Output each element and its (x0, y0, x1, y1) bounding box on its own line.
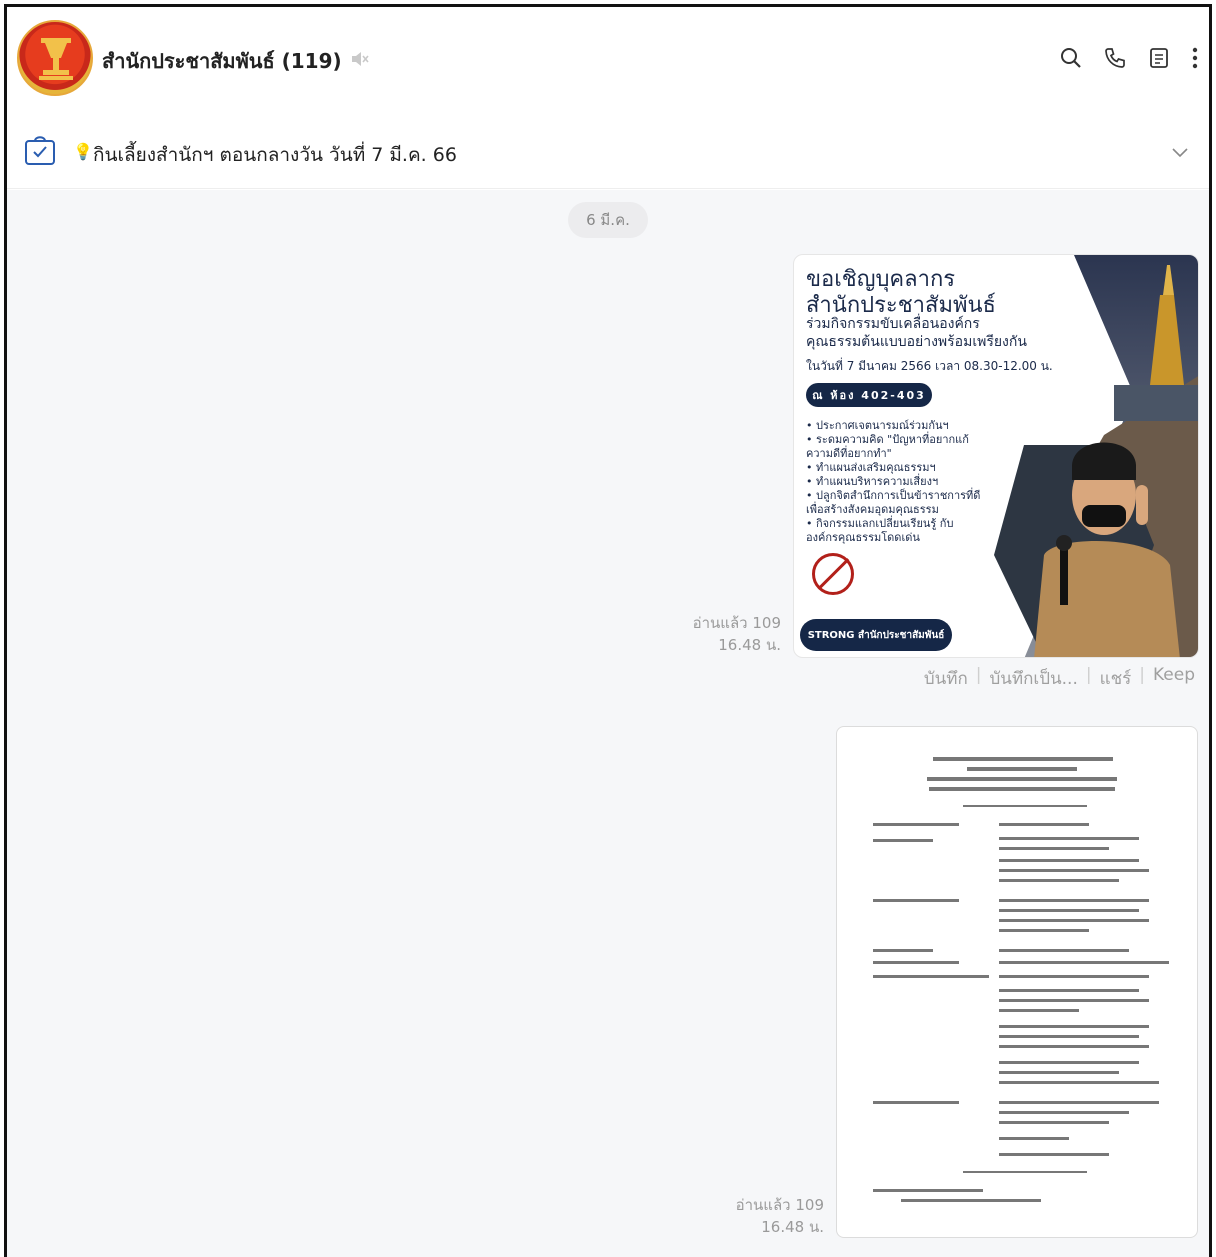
header-actions (1049, 43, 1209, 73)
document-image-message[interactable] (836, 726, 1198, 1238)
notes-icon (1150, 48, 1168, 68)
save-action[interactable]: บันทึก (924, 665, 968, 692)
image-actions: บันทึก | บันทึกเป็น... | แชร์ | Keep (924, 665, 1195, 692)
notes-button[interactable] (1137, 43, 1181, 73)
document-thumbnail (873, 757, 1169, 1202)
poster-subtitle-line2: คุณธรรมต้นแบบอย่างพร้อมเพรียงกัน (806, 334, 1027, 350)
poster-room-badge: ณ ห้อง 402-403 (806, 383, 932, 407)
more-button[interactable] (1181, 43, 1209, 73)
share-action[interactable]: แชร์ (1100, 665, 1132, 692)
image-message[interactable]: ขอเชิญบุคลากร สำนักประชาสัมพันธ์ ร่วมกิจ… (793, 254, 1199, 658)
chat-title: สำนักประชาสัมพันธ์ (119) (102, 49, 342, 73)
read-status: อ่านแล้ว 109 (692, 614, 781, 632)
read-status: อ่านแล้ว 109 (735, 1196, 824, 1214)
emblem-icon (39, 38, 73, 80)
announcement-icon (25, 136, 55, 165)
poster-activity-item: ระดมความคิด "ปัญหาที่อยากแก้ ความดีที่อย… (806, 433, 984, 461)
phone-icon (1105, 48, 1125, 68)
chat-window: สำนักประชาสัมพันธ์ (119) 💡 กินเลี้ยงสำนั… (4, 4, 1212, 1257)
search-icon (1061, 48, 1081, 68)
chat-header: สำนักประชาสัมพันธ์ (119) (7, 7, 1209, 107)
date-separator: 6 มี.ค. (568, 202, 648, 238)
mute-icon (352, 52, 369, 66)
message-time: 16.48 น. (761, 1218, 824, 1236)
no-corruption-stamp-icon (812, 553, 854, 595)
divider: | (975, 665, 982, 685)
group-avatar[interactable] (17, 20, 93, 96)
search-button[interactable] (1049, 43, 1093, 73)
lightbulb-icon: 💡 (73, 142, 93, 161)
more-icon (1192, 47, 1198, 69)
call-button[interactable] (1093, 43, 1137, 73)
poster-activity-item: ประกาศเจตนารมณ์ร่วมกันฯ (806, 419, 984, 433)
message-list[interactable]: 6 มี.ค. อ่านแล้ว 109 16.48 น. ขอเชิญบุคล… (7, 190, 1209, 1257)
poster-activity-list: ประกาศเจตนารมณ์ร่วมกันฯ ระดมความคิด "ปัญ… (806, 419, 984, 545)
message-meta: อ่านแล้ว 109 16.48 น. (736, 1194, 824, 1238)
poster-activity-item: ปลูกจิตสำนึกการเป็นข้าราชการที่ดี เพื่อส… (806, 489, 984, 517)
poster-activity-item: กิจกรรมแลกเปลี่ยนเรียนรู้ กับองค์กรคุณธร… (806, 517, 984, 545)
chevron-down-icon[interactable] (1169, 141, 1191, 163)
poster-footer: STRONG สำนักประชาสัมพันธ์ (800, 619, 952, 651)
divider: | (1085, 665, 1092, 685)
announcement-bar[interactable]: 💡 กินเลี้ยงสำนักฯ ตอนกลางวัน วันที่ 7 มี… (7, 107, 1209, 189)
announcement-text: กินเลี้ยงสำนักฯ ตอนกลางวัน วันที่ 7 มี.ค… (93, 144, 457, 166)
poster-activity-item: ทำแผนบริหารความเสี่ยงฯ (806, 475, 984, 489)
poster-photo (994, 255, 1198, 657)
message-time: 16.48 น. (718, 636, 781, 654)
poster-date: ในวันที่ 7 มีนาคม 2566 เวลา 08.30-12.00 … (806, 359, 1053, 373)
save-as-action[interactable]: บันทึกเป็น... (990, 665, 1078, 692)
divider: | (1139, 665, 1145, 685)
keep-action[interactable]: Keep (1153, 665, 1195, 692)
message-meta: อ่านแล้ว 109 16.48 น. (693, 612, 781, 656)
poster-activity-item: ทำแผนส่งเสริมคุณธรรมฯ (806, 461, 984, 475)
